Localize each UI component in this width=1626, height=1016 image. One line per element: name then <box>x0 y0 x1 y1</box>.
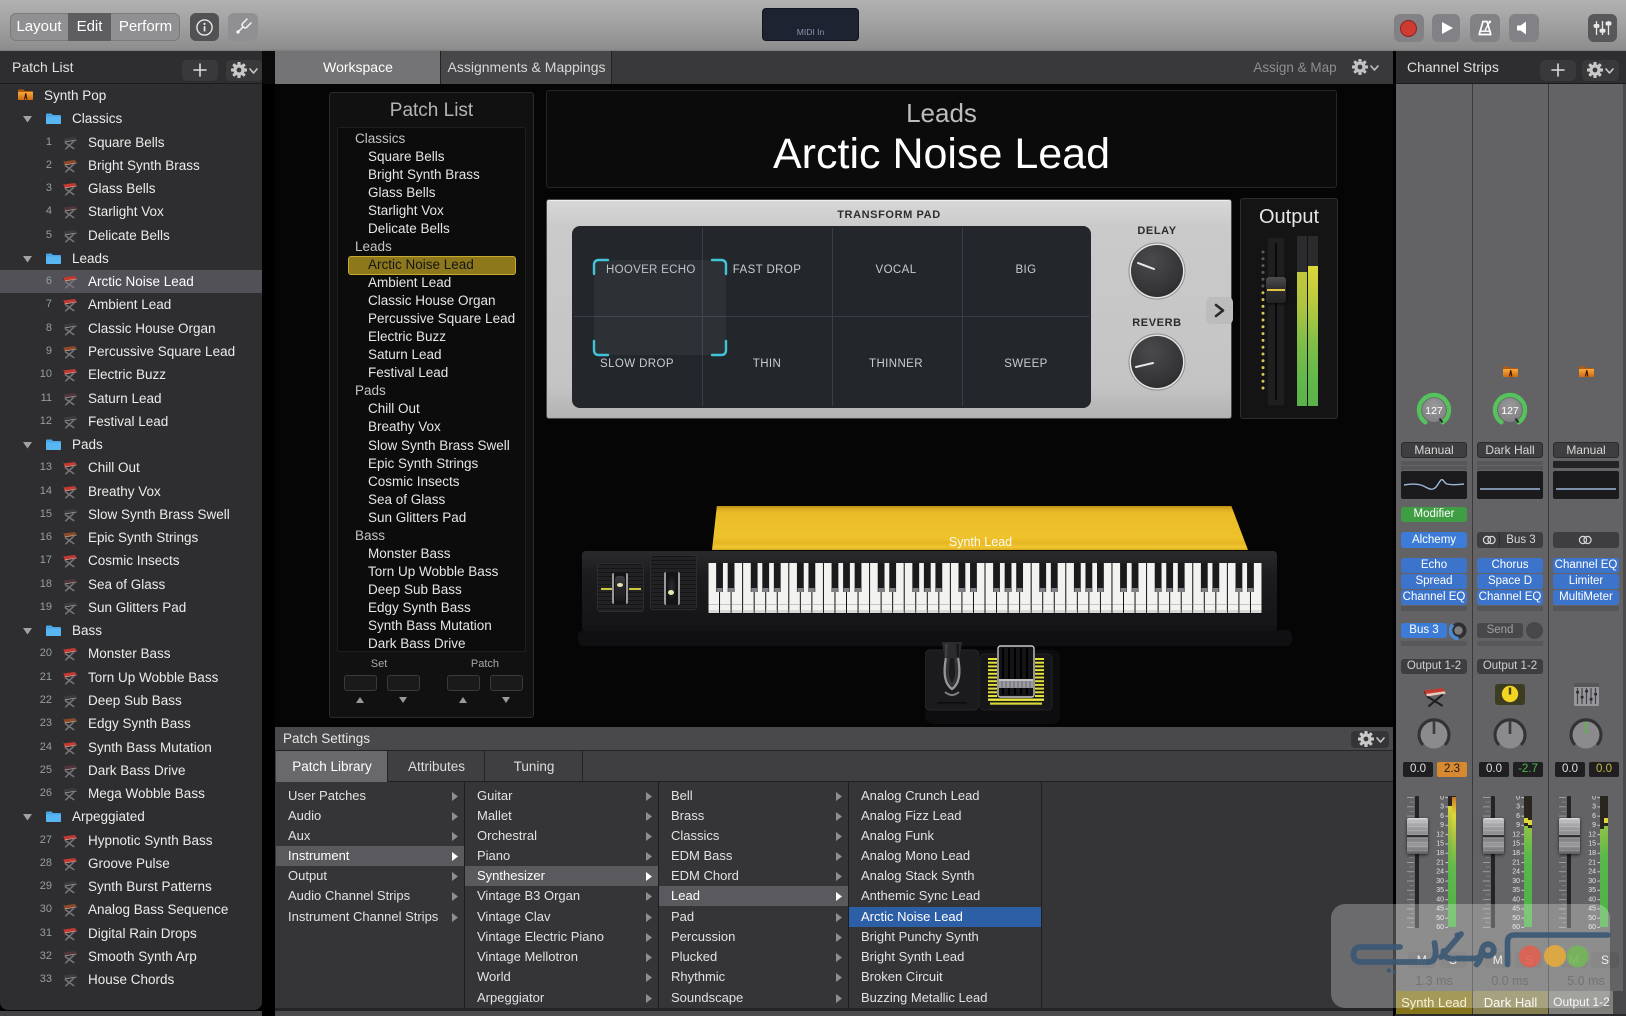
svg-text:18: 18 <box>1588 850 1596 857</box>
svg-text:9: 9 <box>1592 822 1596 829</box>
svg-text:6: 6 <box>1440 813 1444 820</box>
svg-text:127: 127 <box>1501 405 1519 417</box>
svg-text:24: 24 <box>1512 869 1520 876</box>
svg-text:24: 24 <box>1588 869 1596 876</box>
svg-text:12: 12 <box>1588 831 1596 838</box>
svg-text:21: 21 <box>1588 859 1596 866</box>
svg-text:15: 15 <box>1436 841 1444 848</box>
svg-text:18: 18 <box>1512 850 1520 857</box>
svg-text:15: 15 <box>1588 841 1596 848</box>
svg-text:9: 9 <box>1440 822 1444 829</box>
svg-text:12: 12 <box>1436 831 1444 838</box>
svg-text:12: 12 <box>1512 831 1520 838</box>
svg-text:30: 30 <box>1588 878 1596 885</box>
svg-text:3: 3 <box>1516 804 1520 811</box>
svg-text:18: 18 <box>1436 850 1444 857</box>
svg-text:30: 30 <box>1436 878 1444 885</box>
svg-text:6: 6 <box>1592 813 1596 820</box>
svg-text:30: 30 <box>1512 878 1520 885</box>
svg-text:35: 35 <box>1512 887 1520 894</box>
svg-text:35: 35 <box>1436 887 1444 894</box>
svg-text:15: 15 <box>1512 841 1520 848</box>
svg-text:9: 9 <box>1516 822 1520 829</box>
svg-text:3: 3 <box>1440 804 1444 811</box>
svg-text:0: 0 <box>1440 796 1444 801</box>
svg-text:0: 0 <box>1516 796 1520 801</box>
svg-text:0: 0 <box>1592 796 1596 801</box>
svg-text:24: 24 <box>1436 869 1444 876</box>
svg-text:35: 35 <box>1588 887 1596 894</box>
svg-text:6: 6 <box>1516 813 1520 820</box>
svg-text:127: 127 <box>1425 405 1443 417</box>
svg-text:21: 21 <box>1436 859 1444 866</box>
svg-text:3: 3 <box>1592 804 1596 811</box>
svg-text:21: 21 <box>1512 859 1520 866</box>
